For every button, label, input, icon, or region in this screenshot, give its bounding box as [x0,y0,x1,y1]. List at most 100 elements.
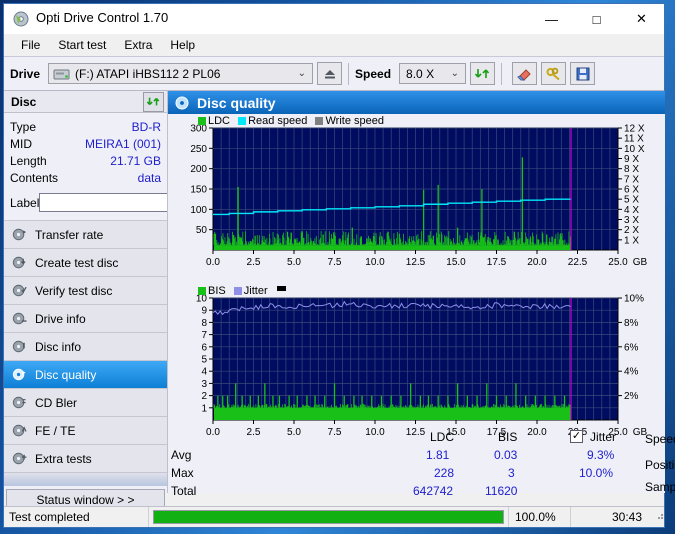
nav-list-footer [4,473,167,486]
legend-swatch-bis [198,287,206,295]
max-ldc-value: 228 [434,466,455,480]
disc-extra-icon [12,452,27,465]
refresh-icon [147,97,160,106]
svg-text:5.0: 5.0 [287,257,301,268]
sidebar-item-cd-bler[interactable]: CD Bler [4,389,167,417]
minimize-button[interactable]: — [529,4,574,34]
disc-panel-header: Disc [4,91,167,113]
eject-icon [324,69,335,78]
refresh-icon [475,69,490,78]
total-bis-value: 11620 [485,484,518,498]
sidebar-item-disc-quality[interactable]: Disc quality [4,361,167,389]
disc-icon [13,11,29,27]
svg-text:10.0: 10.0 [365,257,385,268]
menu-help[interactable]: Help [161,36,204,54]
svg-text:3: 3 [201,379,207,390]
disc-length-label: Length [10,154,47,168]
legend-swatch-ldc [198,117,206,125]
chevron-down-icon: ⌄ [297,68,307,79]
right-pane: Disc quality LDC Read speed Write speed … [167,91,675,498]
keys-button[interactable] [541,62,567,85]
status-bar: Test completed 100.0% 30:43 [4,506,664,527]
sidebar-item-disc-info[interactable]: Disc info [4,333,167,361]
sidebar-item-label: Drive info [35,311,86,326]
close-button[interactable]: ✕ [619,4,664,34]
svg-text:20.0: 20.0 [527,257,547,268]
drive-label: Drive [10,66,41,81]
sidebar-item-create-test-disc[interactable]: Create test disc [4,249,167,277]
svg-text:150: 150 [190,185,207,196]
title-bar: Opti Drive Control 1.70 — □ ✕ [4,4,664,34]
save-button[interactable] [570,62,596,85]
stats-row-avg: Avg [171,448,192,462]
eraser-button[interactable] [512,62,538,85]
disc-info-icon [12,340,25,353]
refresh-button[interactable] [470,62,496,85]
maximize-button[interactable]: □ [574,4,619,34]
sidebar-item-transfer-rate[interactable]: Transfer rate [4,221,167,249]
sidebar-item-label: Create test disc [35,255,119,270]
disc-info-row-mid: MID MEIRA1 (001) [10,136,161,153]
svg-text:6: 6 [201,342,207,353]
menu-start-test[interactable]: Start test [49,36,115,54]
drive-info-icon [12,312,27,325]
legend-label-bis: BIS [208,285,226,297]
svg-text:2: 2 [201,391,207,402]
disc-panel-title: Disc [11,94,37,109]
sidebar-item-extra-tests[interactable]: Extra tests [4,445,167,473]
svg-text:8%: 8% [624,318,639,329]
stats-col-bis: BIS [498,430,518,444]
sidebar-item-label: Verify test disc [35,283,113,298]
svg-text:12.5: 12.5 [406,257,426,268]
progress-fill [154,511,503,523]
menu-file[interactable]: File [12,36,49,54]
legend-label-ldc: LDC [208,115,231,127]
svg-text:1 X: 1 X [624,235,639,246]
window-controls: — □ ✕ [529,4,664,34]
legend-marker-icon [276,286,286,291]
resize-grip[interactable] [650,507,664,527]
save-icon [576,67,590,80]
disc-info-row-contents: Contents data [10,170,161,187]
disc-quality-charts: 3002502001501005012 X11 X10 X9 X8 X7 X6 … [190,124,648,439]
drive-toolbar: Drive (F:) ATAPI iHBS112 2 PL06 ⌄ Speed … [4,56,664,91]
disc-bler-icon [12,396,26,409]
speed-stat-label: Speed [645,432,675,446]
max-jitter-value: 10.0% [579,466,614,480]
menu-extra[interactable]: Extra [115,36,161,54]
svg-text:100: 100 [190,205,207,216]
svg-text:GB: GB [633,257,648,268]
svg-text:17.5: 17.5 [487,257,507,268]
drive-value: (F:) ATAPI iHBS112 2 PL06 [75,66,221,81]
svg-text:8: 8 [201,318,207,329]
speed-select[interactable]: 8.0 X ⌄ [399,63,467,84]
sidebar-item-drive-info[interactable]: Drive info [4,305,167,333]
position-stat-label: Position [645,458,675,472]
disc-verify-icon [12,284,27,297]
svg-text:7: 7 [201,330,207,341]
max-bis-value: 3 [508,466,515,480]
svg-text:2.5: 2.5 [247,257,261,268]
keys-icon [546,67,560,80]
window-title: Opti Drive Control 1.70 [36,10,169,25]
speed-value: 8.0 X [406,66,435,81]
drive-select[interactable]: (F:) ATAPI iHBS112 2 PL06 ⌄ [48,63,314,84]
disc-refresh-button[interactable] [143,91,164,112]
chart1-legend: LDC Read speed Write speed [198,115,384,127]
legend-label-jitter: Jitter [243,285,268,297]
disc-info-row-type: Type BD-R [10,119,161,136]
sidebar-item-fe-te[interactable]: FE / TE [4,417,167,445]
disc-burn-icon [12,256,26,269]
sidebar-item-verify-test-disc[interactable]: Verify test disc [4,277,167,305]
disc-quality-icon [175,96,189,109]
disc-info-row-length: Length 21.71 GB [10,153,161,170]
eject-button[interactable] [317,62,343,85]
svg-text:1: 1 [201,403,207,414]
svg-text:250: 250 [190,144,207,155]
avg-ldc-value: 1.81 [426,448,450,462]
jitter-checkbox[interactable]: ✓ [570,430,583,443]
charts-container: LDC Read speed Write speed BIS Jitter 3 0… [168,114,665,447]
svg-text:5: 5 [201,355,207,366]
speed-label: Speed [355,66,392,81]
menu-bar: File Start test Extra Help [4,34,664,56]
